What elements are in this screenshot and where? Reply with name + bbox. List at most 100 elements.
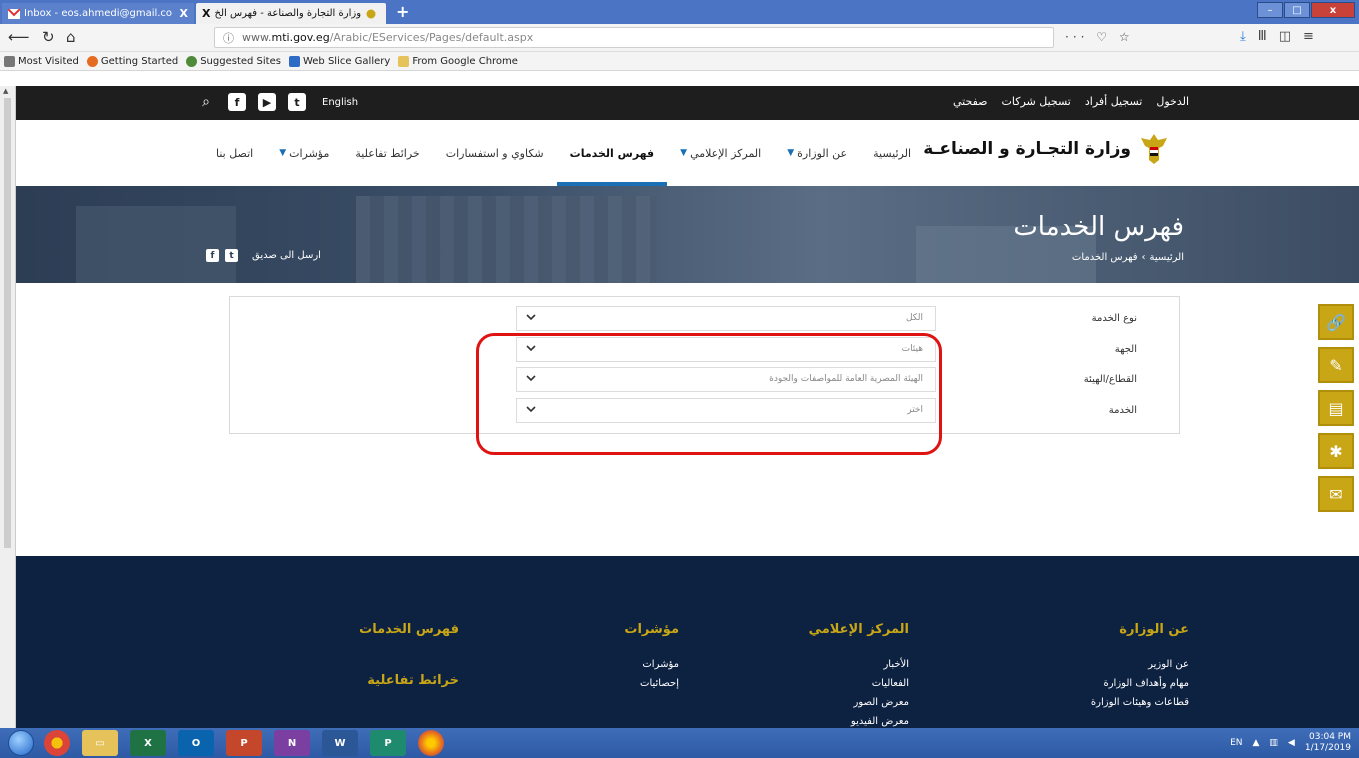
- breadcrumb-home[interactable]: الرئيسية: [1150, 252, 1184, 263]
- home-icon[interactable]: ⌂: [66, 28, 76, 46]
- footer-link[interactable]: الأخبار: [809, 659, 909, 670]
- logo-text: وزارة التجـارة و الصناعـة: [923, 139, 1131, 159]
- footer-heading: المركز الإعلامي: [808, 622, 909, 637]
- close-tab-icon[interactable]: X: [180, 7, 188, 20]
- powerpoint-icon[interactable]: P: [226, 730, 262, 756]
- main-navigation: وزارة التجـارة و الصناعـة الرئيسية عن ال…: [16, 120, 1359, 186]
- new-tab-button[interactable]: +: [396, 2, 409, 21]
- bookmark-google-chrome[interactable]: From Google Chrome: [398, 55, 518, 67]
- menu-icon[interactable]: ≡: [1303, 29, 1314, 44]
- mail-icon[interactable]: ✉: [1318, 476, 1354, 512]
- bookmark-most-visited[interactable]: Most Visited: [4, 55, 79, 67]
- reload-icon[interactable]: ↻: [42, 28, 55, 46]
- clipboard-icon[interactable]: ▤: [1318, 390, 1354, 426]
- url-path: /Arabic/EServices/Pages/default.aspx: [329, 31, 534, 44]
- language-indicator[interactable]: EN: [1230, 738, 1242, 748]
- downloads-icon[interactable]: ⤓: [1240, 29, 1246, 44]
- scroll-thumb[interactable]: [4, 98, 11, 548]
- close-window-button[interactable]: x: [1311, 2, 1355, 18]
- outlook-icon[interactable]: O: [178, 730, 214, 756]
- register-individuals-link[interactable]: تسجيل أفراد: [1085, 95, 1142, 108]
- site-logo[interactable]: وزارة التجـارة و الصناعـة: [923, 132, 1169, 166]
- entity-label: الجهة: [1114, 344, 1137, 355]
- clock[interactable]: 03:04 PM 1/17/2019: [1305, 732, 1351, 754]
- back-icon[interactable]: ⟵: [8, 28, 30, 46]
- tab-inbox[interactable]: Inbox - eos.ahmedi@gmail.co X: [2, 3, 194, 24]
- scroll-up-icon[interactable]: ▲: [3, 87, 8, 95]
- youtube-icon[interactable]: ▶: [258, 93, 276, 111]
- footer-link[interactable]: مؤشرات: [624, 659, 679, 670]
- firefox-icon[interactable]: [418, 730, 444, 756]
- facebook-share-icon[interactable]: f: [206, 249, 219, 262]
- eagle-emblem-icon: [1141, 134, 1167, 164]
- page-scrollbar[interactable]: ▲: [0, 86, 16, 728]
- clock-time: 03:04 PM: [1309, 732, 1351, 742]
- chevron-down-icon: ▼: [787, 148, 795, 158]
- file-explorer-icon[interactable]: ▭: [82, 730, 118, 756]
- minimize-button[interactable]: –: [1257, 2, 1283, 18]
- volume-icon[interactable]: ◀: [1288, 738, 1295, 748]
- tray-expand-icon[interactable]: ▲: [1252, 738, 1259, 748]
- service-type-select[interactable]: الكل: [516, 306, 936, 331]
- footer-link[interactable]: الفعاليات: [809, 678, 909, 689]
- footer-heading[interactable]: خرائط تفاعلية: [359, 673, 459, 688]
- nav-media-center[interactable]: المركز الإعلامي ▼: [667, 120, 774, 186]
- nav-interactive-maps[interactable]: خرائط تفاعلية: [342, 120, 432, 186]
- publisher-icon[interactable]: P: [370, 730, 406, 756]
- network-icon[interactable]: ▥: [1269, 738, 1278, 748]
- nav-contact[interactable]: اتصل بنا: [203, 120, 266, 186]
- library-icon[interactable]: Ⅲ: [1258, 29, 1267, 44]
- footer-link[interactable]: إحصائيات: [624, 678, 679, 689]
- tab-mti[interactable]: X وزارة التجارة والصناعة - فهرس الخ: [196, 3, 386, 24]
- page-hero: فهرس الخدمات الرئيسية › فهرس الخدمات f t…: [16, 186, 1359, 283]
- link-icon[interactable]: 🔗: [1318, 304, 1354, 340]
- footer-link[interactable]: معرض الفيديو: [809, 716, 909, 727]
- url-host: mti.gov.eg: [271, 31, 330, 44]
- sidebar-icon[interactable]: ◫: [1279, 29, 1291, 44]
- nav-about[interactable]: عن الوزارة ▼: [774, 120, 860, 186]
- footer-link[interactable]: مهام وأهداف الوزارة: [1091, 678, 1189, 689]
- windows-taskbar: ▭ X O P N W P EN ▲ ▥ ◀ 03:04 PM 1/17/201…: [0, 728, 1359, 758]
- bookmarks-bar: Most Visited Getting Started Suggested S…: [0, 52, 1359, 71]
- chrome-icon[interactable]: [44, 730, 70, 756]
- maximize-button[interactable]: □: [1284, 2, 1310, 18]
- feedback-icon[interactable]: ✱: [1318, 433, 1354, 469]
- nav-indicators[interactable]: مؤشرات ▼: [266, 120, 342, 186]
- gmail-icon: [7, 7, 21, 19]
- twitter-share-icon[interactable]: t: [225, 249, 238, 262]
- info-icon[interactable]: ⓘ: [223, 30, 234, 46]
- bookmark-web-slice[interactable]: Web Slice Gallery: [288, 55, 390, 67]
- page-actions[interactable]: ··· ♡ ☆: [1065, 30, 1134, 44]
- word-icon[interactable]: W: [322, 730, 358, 756]
- bookmark-getting-started[interactable]: Getting Started: [86, 55, 178, 67]
- my-page-link[interactable]: صفحتي: [953, 95, 988, 108]
- hero-background-factory: [76, 206, 236, 283]
- twitter-icon[interactable]: t: [288, 93, 306, 111]
- register-companies-link[interactable]: تسجيل شركات: [1002, 95, 1071, 108]
- footer-heading[interactable]: فهرس الخدمات: [359, 622, 459, 637]
- close-tab-icon[interactable]: X: [202, 7, 210, 20]
- mti-favicon-icon: [365, 9, 377, 19]
- certificate-icon[interactable]: ✎: [1318, 347, 1354, 383]
- url-bar[interactable]: ⓘ www. mti.gov.eg/Arabic/EServices/Pages/…: [214, 27, 1054, 48]
- account-links: الدخول تسجيل أفراد تسجيل شركات صفحتي: [953, 95, 1189, 108]
- breadcrumb: الرئيسية › فهرس الخدمات: [1072, 252, 1184, 263]
- bookmark-suggested-sites[interactable]: Suggested Sites: [186, 55, 281, 67]
- send-to-friend-link[interactable]: ارسل الى صديق: [252, 250, 321, 261]
- english-link[interactable]: English: [322, 97, 358, 108]
- nav-home[interactable]: الرئيسية: [860, 120, 924, 186]
- footer-link[interactable]: معرض الصور: [809, 697, 909, 708]
- excel-icon[interactable]: X: [130, 730, 166, 756]
- page-title: فهرس الخدمات: [1013, 212, 1184, 242]
- nav-services-index[interactable]: فهرس الخدمات: [556, 120, 668, 186]
- nav-complaints[interactable]: شكاوي و استفسارات: [433, 120, 557, 186]
- site-footer: عن الوزارة عن الوزير مهام وأهداف الوزارة…: [16, 556, 1359, 728]
- onenote-icon[interactable]: N: [274, 730, 310, 756]
- site-topstrip: ⌕ f ▶ t English الدخول تسجيل أفراد تسجيل…: [16, 86, 1359, 120]
- login-link[interactable]: الدخول: [1156, 95, 1189, 108]
- footer-link[interactable]: عن الوزير: [1091, 659, 1189, 670]
- search-icon[interactable]: ⌕: [196, 92, 216, 112]
- start-button[interactable]: [8, 730, 34, 756]
- facebook-icon[interactable]: f: [228, 93, 246, 111]
- footer-link[interactable]: قطاعات وهيئات الوزارة: [1091, 697, 1189, 708]
